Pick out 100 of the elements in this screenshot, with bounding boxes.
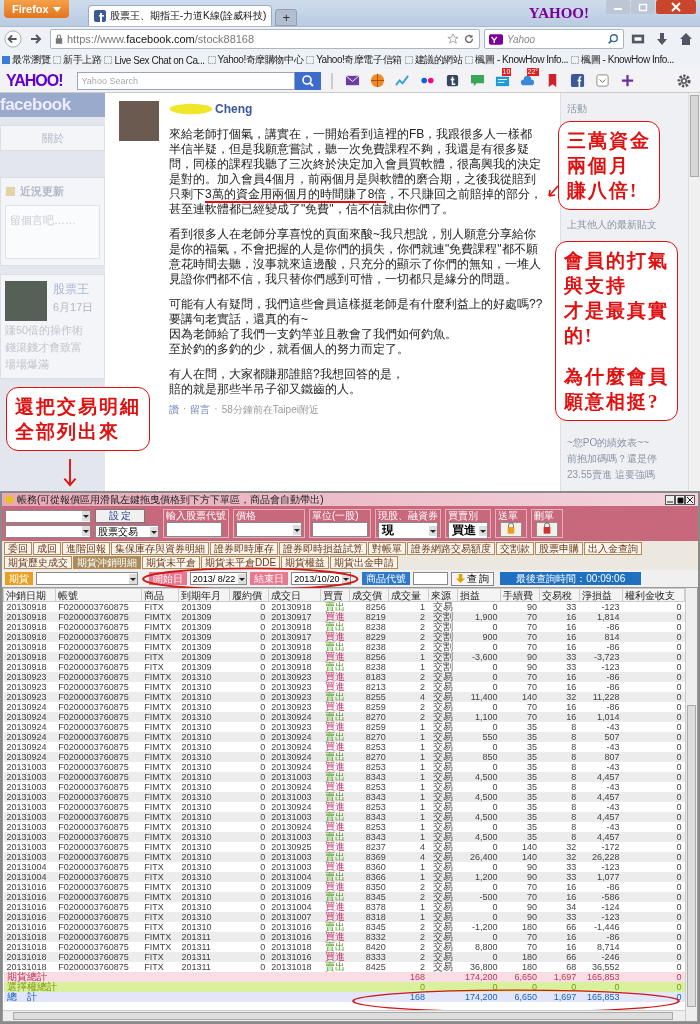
column-header[interactable]: 來源 — [428, 588, 458, 602]
column-header[interactable]: 權利金收支 — [622, 588, 685, 602]
bookmark-link[interactable]: 建議的網站 — [414, 53, 463, 67]
window-buttons-icon[interactable] — [665, 494, 695, 505]
column-header[interactable]: 商品 — [141, 588, 179, 602]
star-icon[interactable] — [447, 33, 459, 45]
send-button[interactable] — [498, 522, 524, 537]
table-cell: 8255 — [349, 692, 389, 702]
column-header[interactable]: 沖銷日期 — [3, 588, 56, 602]
column-header[interactable]: 成交日 — [268, 588, 321, 602]
new-tab-button[interactable]: + — [275, 9, 298, 26]
bookmark-link[interactable]: Yahoo!奇摩購物中心 — [217, 53, 304, 67]
scrollbar[interactable] — [688, 93, 700, 491]
settings-icon[interactable] — [676, 72, 692, 89]
table-cell: 70 — [500, 642, 540, 652]
tab[interactable]: 期貨歷史成交 — [4, 556, 72, 569]
column-header[interactable]: 損益 — [457, 588, 501, 602]
home-icon[interactable] — [679, 32, 693, 46]
tab[interactable]: 對帳單 — [368, 542, 406, 555]
speech-bubble-icon[interactable] — [469, 73, 485, 88]
input-field[interactable] — [36, 572, 138, 585]
tab[interactable]: 證券即時庫存 — [210, 542, 278, 555]
input-field[interactable] — [413, 572, 448, 585]
tab[interactable]: 證券網路交易額度 — [407, 542, 495, 555]
delete-button[interactable] — [534, 522, 560, 537]
cloud-icon[interactable] — [519, 73, 535, 88]
dropdown[interactable] — [5, 509, 91, 523]
input-field[interactable] — [166, 522, 222, 537]
table-cell: 20130924 — [3, 742, 56, 752]
table-cell: F0200003760875 — [55, 962, 142, 972]
dropdown[interactable] — [236, 522, 302, 537]
tab[interactable]: 證券即時損益試算 — [279, 542, 367, 555]
reload-icon[interactable] — [463, 33, 475, 45]
table-cell: F0200003760875 — [55, 932, 142, 942]
f-logo-icon[interactable] — [569, 73, 585, 88]
column-header[interactable]: 手續費 — [500, 588, 540, 602]
column-header[interactable]: 到期年月 — [178, 588, 229, 602]
back-button[interactable] — [4, 30, 22, 48]
dropdown[interactable] — [5, 524, 91, 538]
table-cell: 買進 — [320, 682, 350, 692]
bookmark-link[interactable]: Live Sex Chat on Ca... — [114, 54, 205, 66]
tab[interactable]: 出入金查詢 — [584, 542, 642, 555]
plus-icon[interactable] — [619, 73, 635, 88]
tab[interactable]: 期貨權益 — [281, 556, 330, 569]
mail-icon[interactable] — [344, 73, 360, 88]
bookmark-link[interactable]: 新手上路 — [63, 53, 102, 67]
download-icon[interactable] — [655, 32, 669, 46]
bookmark-link[interactable]: 楓圖 - KnowHow Info... — [475, 53, 569, 67]
address-field[interactable]: https://www.facebook.com/stock88168 — [50, 29, 480, 49]
date-field[interactable]: 2013/ 8/22 — [189, 572, 248, 585]
author-name[interactable]: Cheng — [215, 102, 253, 116]
settings-button[interactable]: 設 定 — [95, 509, 145, 523]
table-cell: 1 — [388, 742, 429, 752]
tab[interactable]: 期貨未平倉 — [142, 556, 200, 569]
column-header[interactable]: 交易稅 — [539, 588, 580, 602]
ball-icon[interactable] — [369, 73, 385, 88]
table-cell: 20130924 — [3, 722, 56, 732]
action-link[interactable]: 讚 — [169, 403, 179, 417]
dropdown-icon[interactable] — [594, 73, 610, 88]
tab[interactable]: 委回 — [4, 542, 32, 555]
dropdown[interactable]: 現 — [378, 522, 438, 539]
table-cell: -86 — [579, 882, 623, 892]
column-header[interactable]: 淨損益 — [579, 588, 623, 602]
table-cell: 交割 — [428, 622, 458, 632]
action-link[interactable]: 留言 — [190, 403, 211, 417]
column-header[interactable]: 成交價 — [349, 588, 389, 602]
tab[interactable]: 進階回報 — [62, 542, 110, 555]
tab[interactable]: 交割款 — [496, 542, 534, 555]
input-field[interactable] — [312, 522, 368, 537]
y-logo-icon — [489, 33, 503, 45]
tab[interactable]: 集保庫存與資券明細 — [111, 542, 209, 555]
bookmark-link[interactable]: Yahoo!奇摩電子信箱 — [316, 53, 402, 67]
search-field[interactable]: Yahoo — [484, 29, 624, 49]
scrollbar[interactable] — [3, 1010, 685, 1021]
scrollbar[interactable] — [685, 588, 697, 1021]
column-header[interactable]: 成交量 — [388, 588, 429, 602]
tab[interactable]: 股票申購 — [535, 542, 583, 555]
date-field[interactable]: 2013/10/20 — [291, 572, 352, 585]
tab[interactable]: 期貨出金申請 — [330, 556, 399, 569]
forward-button[interactable] — [29, 32, 43, 46]
bookmarks-icon[interactable] — [631, 32, 645, 46]
tile-icon[interactable] — [444, 73, 460, 88]
feed-text: 前抱加碼嗎？還是停 — [567, 453, 658, 465]
chart-icon[interactable] — [394, 73, 410, 88]
search-icon[interactable] — [607, 33, 619, 45]
browser-tab[interactable]: 股票王、期指王-力道K線(詮威科技) — [87, 5, 273, 26]
column-header[interactable]: 買賣 — [320, 588, 350, 602]
market-select[interactable]: 股票交易 — [95, 525, 159, 538]
tab[interactable]: 成回 — [33, 542, 61, 555]
table-cell: 交易 — [428, 852, 458, 862]
query-button[interactable]: 查 詢 — [450, 571, 495, 586]
dropdown[interactable]: 買進 — [448, 522, 488, 539]
callout-text: 才是最真實 — [564, 299, 669, 323]
close-button[interactable] — [656, 0, 696, 14]
column-header[interactable]: 帳號 — [55, 588, 142, 602]
column-header[interactable]: 履約價 — [229, 588, 269, 602]
bookmark-link[interactable]: 最常瀏覽 — [12, 53, 51, 67]
table-cell: F0200003760875 — [55, 822, 142, 832]
bookmark-link[interactable]: 楓圖 - KnowHow Info... — [581, 53, 674, 67]
search-button[interactable] — [294, 71, 321, 90]
